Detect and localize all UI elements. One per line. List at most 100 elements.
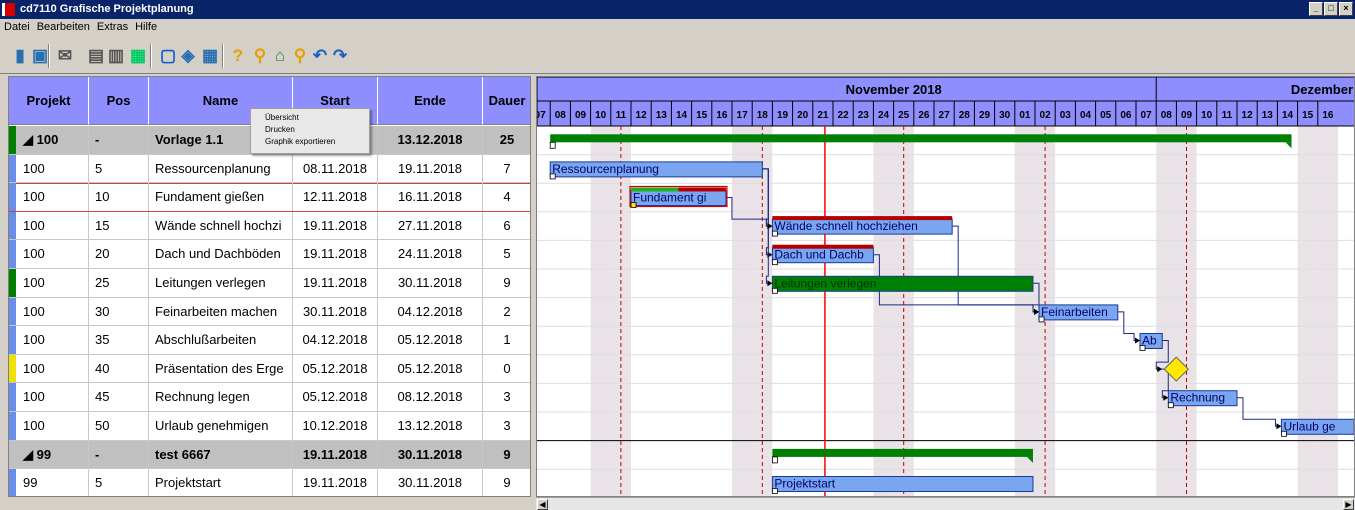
column-header-ende[interactable]: Ende: [378, 77, 483, 125]
day-label: 27: [939, 110, 951, 121]
day-label: 15: [1302, 110, 1314, 121]
task-bar-label: Rechnung: [1170, 391, 1225, 405]
cell-start: 19.11.2018: [293, 240, 378, 268]
task-bar-handle[interactable]: [549, 173, 556, 180]
day-label: 07: [1141, 110, 1153, 121]
table-row[interactable]: 100 5 Ressourcenplanung 08.11.2018 19.11.201…: [9, 154, 530, 184]
day-label: 14: [676, 110, 688, 121]
cell-start: 05.12.2018: [293, 354, 378, 383]
title-bar[interactable]: cd7110 Grafische Projektplanung _ □ ×: [0, 0, 1355, 19]
cell-name: Präsentation des Erge: [149, 354, 293, 383]
column-header-projekt[interactable]: Projekt: [9, 77, 89, 125]
cell-projekt: 100: [17, 211, 89, 240]
cell-projekt: 100: [17, 154, 89, 183]
table-row[interactable]: 99 5 Projektstart 19.11.2018 30.11.2018 9: [9, 469, 530, 496]
save-icon[interactable]: ▣: [30, 46, 50, 66]
undo-icon[interactable]: ↶: [310, 46, 330, 66]
row-status-marker: [9, 440, 16, 469]
task-bar-label: Ressourcenplanung: [552, 162, 659, 176]
column-header-dauer[interactable]: Dauer: [483, 77, 530, 125]
day-label: 18: [757, 110, 769, 121]
cell-dauer: 25: [483, 126, 530, 154]
task-bar-label: Wände schnell hochziehen: [774, 219, 917, 233]
summary-bar[interactable]: [772, 448, 1033, 457]
menu-datei[interactable]: Datei: [4, 19, 30, 36]
row-status-marker: [9, 126, 16, 154]
row-status-marker: [9, 354, 16, 383]
row-status-marker: [9, 240, 16, 268]
day-label: 13: [656, 110, 668, 121]
maximize-button[interactable]: □: [1324, 2, 1338, 16]
task-bar-handle[interactable]: [1167, 402, 1174, 409]
close-button[interactable]: ×: [1339, 2, 1353, 16]
weekend-column: [1156, 126, 1177, 496]
cell-projekt: 100: [17, 269, 89, 297]
table-row[interactable]: 100 40 Präsentation des Erge 05.12.2018 05.1…: [9, 354, 530, 384]
print-icon[interactable]: ▥: [106, 46, 126, 66]
task-bar-handle[interactable]: [630, 202, 637, 208]
table-icon[interactable]: ▦: [200, 46, 220, 66]
day-label: 26: [918, 110, 930, 121]
table-row[interactable]: 100 20 Dach und Dachböden 19.11.2018 24.11.2…: [9, 240, 530, 269]
day-label: 30: [999, 110, 1011, 121]
mail-icon[interactable]: ✉: [55, 46, 75, 66]
day-label: 15: [696, 110, 708, 121]
day-label: 23: [858, 110, 870, 121]
tree-icon[interactable]: ⌂: [270, 46, 290, 66]
cell-ende: 05.12.2018: [378, 326, 483, 354]
summary-bar-handle[interactable]: [549, 141, 556, 149]
context-menu-item-uebersicht[interactable]: Übersicht: [265, 112, 369, 124]
menu-hilfe[interactable]: Hilfe: [135, 19, 157, 36]
day-label: 11: [616, 110, 627, 121]
task-bar-handle[interactable]: [1139, 345, 1146, 351]
day-label: 03: [1060, 110, 1072, 121]
table-row[interactable]: 100 45 Rechnung legen 05.12.2018 08.12.2018 3: [9, 383, 530, 412]
table-row[interactable]: 100 50 Urlaub genehmigen 10.12.2018 13.12.20…: [9, 412, 530, 441]
task-bar-handle[interactable]: [1038, 316, 1045, 323]
month-label: Dezember: [1291, 82, 1353, 97]
menu-extras[interactable]: Extras: [97, 19, 128, 36]
menu-bearbeiten[interactable]: Bearbeiten: [37, 19, 90, 36]
table-row[interactable]: 100 15 Wände schnell hochzi 19.11.2018 27.11…: [9, 211, 530, 241]
context-menu-item-graphik-exportieren[interactable]: Graphik exportieren: [265, 136, 369, 148]
cell-start: 19.11.2018: [293, 440, 378, 469]
zoom-in-icon[interactable]: ⚲: [290, 46, 310, 66]
cell-dauer: 3: [483, 412, 530, 440]
task-bar-handle[interactable]: [771, 488, 778, 494]
window-title: cd7110 Grafische Projektplanung: [20, 3, 194, 15]
task-bar-handle[interactable]: [771, 287, 778, 294]
context-menu-item-drucken[interactable]: Drucken: [265, 124, 369, 136]
group-row[interactable]: ◢ 99- test 6667 19.11.2018 30.11.2018 9: [9, 440, 530, 470]
weekend-column: [732, 126, 753, 496]
zoom-icon[interactable]: ⚲: [250, 46, 270, 66]
cell-projekt: 99: [17, 469, 89, 496]
cell-dauer: 2: [483, 298, 530, 326]
row-status-marker: [9, 297, 16, 326]
door-exit-icon[interactable]: ▮: [10, 46, 30, 66]
table-row[interactable]: 100 35 Abschlußarbeiten 04.12.2018 05.12.201…: [9, 326, 530, 355]
task-bar-handle[interactable]: [771, 230, 778, 237]
new-document-icon[interactable]: ▤: [86, 46, 106, 66]
scroll-right-arrow-icon[interactable]: ▶: [1343, 499, 1354, 510]
table-row[interactable]: 100 30 Feinarbeiten machen 30.11.2018 04.12.…: [9, 297, 530, 327]
help-icon[interactable]: ?: [228, 46, 248, 66]
minimize-button[interactable]: _: [1309, 2, 1323, 16]
window-icon[interactable]: ▢: [158, 46, 178, 66]
horizontal-scrollbar[interactable]: ◀ ▶: [536, 497, 1355, 510]
toolbar-separator: [222, 44, 224, 68]
task-bar-label: Dach und Dachb: [774, 248, 864, 262]
cell-start: 12.11.2018: [293, 183, 378, 211]
scroll-left-arrow-icon[interactable]: ◀: [537, 499, 548, 510]
summary-bar[interactable]: [550, 134, 1292, 143]
table-row[interactable]: 100 10 Fundament gießen 12.11.2018 16.11.201…: [9, 183, 530, 212]
cell-projekt: ◢ 99: [17, 440, 89, 469]
summary-bar-handle[interactable]: [771, 456, 778, 464]
export-icon[interactable]: ▦: [128, 46, 148, 66]
table-row[interactable]: 100 25 Leitungen verlegen 19.11.2018 30.11.2…: [9, 269, 530, 298]
task-bar-handle[interactable]: [771, 259, 778, 266]
column-header-pos[interactable]: Pos: [89, 77, 149, 125]
copy-icon[interactable]: ◈: [178, 46, 198, 66]
task-bar-handle[interactable]: [1281, 430, 1287, 437]
redo-icon[interactable]: ↷: [330, 46, 350, 66]
summary-bar-end: [1285, 142, 1292, 149]
